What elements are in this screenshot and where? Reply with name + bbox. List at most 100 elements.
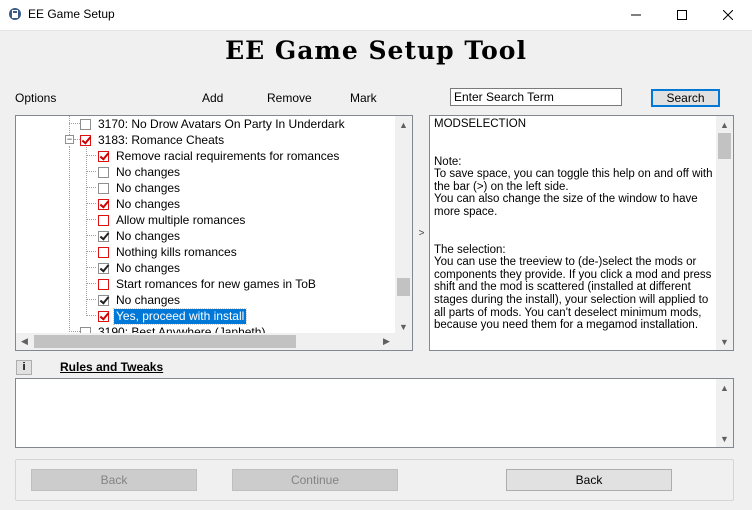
tree-item[interactable]: No changes (98, 164, 182, 180)
tree-checkbox[interactable] (98, 214, 109, 226)
tree-item[interactable]: 3183: Romance Cheats (80, 132, 226, 148)
tree-line (86, 171, 96, 172)
tree-item-label: Start romances for new games in ToB (116, 276, 316, 291)
banner-title: EE Game Setup Tool (225, 36, 527, 65)
tree-item-label: Nothing kills romances (116, 244, 237, 259)
tree-checkbox[interactable] (98, 198, 109, 210)
tree-line (86, 251, 96, 252)
help-text: MODSELECTION Note: To save space, you ca… (434, 118, 718, 332)
tree-line (86, 315, 96, 316)
tree-item[interactable]: 3170: No Drow Avatars On Party In Underd… (80, 116, 347, 132)
tree-item[interactable]: Nothing kills romances (98, 244, 239, 260)
tree-line (86, 203, 96, 204)
tree-line (69, 123, 80, 124)
help-panel: MODSELECTION Note: To save space, you ca… (429, 115, 734, 351)
menu-remove[interactable]: Remove (267, 91, 312, 105)
tree-checkbox[interactable] (80, 118, 91, 130)
scroll-up-icon[interactable]: ▲ (395, 116, 412, 133)
scroll-left-icon[interactable]: ◀ (16, 333, 33, 350)
tree-item[interactable]: No changes (98, 196, 182, 212)
tree-vertical-scrollbar[interactable]: ▲ ▼ (395, 116, 412, 335)
info-button[interactable]: i (16, 360, 32, 375)
back-button[interactable]: Back (506, 469, 672, 491)
scroll-thumb[interactable] (397, 278, 410, 296)
scroll-right-icon[interactable]: ▶ (378, 333, 395, 350)
tree-line (86, 219, 96, 220)
scroll-corner (395, 333, 412, 350)
tree-item[interactable]: Yes, proceed with install (98, 307, 248, 325)
tree-item-label: No changes (116, 228, 181, 243)
help-heading: MODSELECTION (434, 118, 527, 130)
scroll-up-icon[interactable]: ▲ (716, 379, 733, 396)
tree-checkbox[interactable] (98, 262, 109, 274)
tree-item-label: 3170: No Drow Avatars On Party In Underd… (98, 116, 345, 131)
scroll-thumb[interactable] (34, 335, 296, 348)
rules-vertical-scrollbar[interactable]: ▲ ▼ (716, 379, 733, 447)
mod-tree[interactable]: − 3170: No Drow Avatars On Party In Unde… (15, 115, 413, 351)
search-button[interactable]: Search (651, 89, 720, 107)
search-input[interactable] (450, 88, 622, 106)
tree-item[interactable]: No changes (98, 292, 182, 308)
tree-line (86, 283, 96, 284)
tree-checkbox[interactable] (98, 150, 109, 162)
tree-item[interactable]: No changes (98, 180, 182, 196)
tree-item-label: Remove racial requirements for romances (116, 148, 340, 163)
tree-horizontal-scrollbar[interactable]: ◀ ▶ (16, 333, 395, 350)
tree-item-label: No changes (116, 164, 181, 179)
menu-add[interactable]: Add (202, 91, 223, 105)
title-bar: EE Game Setup (0, 0, 752, 31)
help-vertical-scrollbar[interactable]: ▲ ▼ (716, 116, 733, 350)
tree-item[interactable]: Start romances for new games in ToB (98, 276, 318, 292)
tree-item-label: 3183: Romance Cheats (98, 132, 225, 147)
rules-title[interactable]: Rules and Tweaks (60, 360, 163, 374)
tree-line (69, 331, 80, 332)
back-button-disabled[interactable]: Back (31, 469, 197, 491)
collapse-toggle[interactable]: − (65, 135, 74, 144)
tree-checkbox[interactable] (98, 166, 109, 178)
scroll-thumb[interactable] (718, 133, 731, 159)
close-button[interactable] (705, 0, 751, 30)
menu-options[interactable]: Options (15, 91, 56, 105)
rules-textbox[interactable]: ▲ ▼ (15, 378, 734, 448)
tree-item[interactable]: No changes (98, 260, 182, 276)
tree-line (86, 267, 96, 268)
tree-checkbox[interactable] (98, 230, 109, 242)
scroll-down-icon[interactable]: ▼ (716, 333, 733, 350)
tree-item[interactable]: Remove racial requirements for romances (98, 148, 341, 164)
tree-checkbox[interactable] (98, 278, 109, 290)
maximize-button[interactable] (659, 0, 705, 30)
continue-button[interactable]: Continue (232, 469, 398, 491)
maximize-icon (677, 10, 687, 20)
tree-line (86, 155, 96, 156)
help-toggle-bar[interactable]: > (415, 115, 428, 351)
close-icon (723, 10, 733, 20)
scroll-down-icon[interactable]: ▼ (716, 430, 733, 447)
tree-item-label: No changes (116, 180, 181, 195)
menu-mark[interactable]: Mark (350, 91, 377, 105)
tree-item[interactable]: No changes (98, 228, 182, 244)
tree-checkbox[interactable] (98, 246, 109, 258)
tree-checkbox[interactable] (98, 294, 109, 306)
help-selection-label: The selection: (434, 243, 506, 256)
tree-item-label: No changes (116, 196, 181, 211)
tree-item[interactable]: Allow multiple romances (98, 212, 247, 228)
tree-checkbox[interactable] (98, 182, 109, 194)
tree-line (86, 187, 96, 188)
tree-item-label: No changes (116, 292, 181, 307)
tree-checkbox[interactable] (98, 310, 109, 322)
tree-line (69, 146, 70, 336)
help-selection-text: You can use the treeview to (de-)select … (434, 256, 712, 332)
help-note-2: You can also change the size of the wind… (434, 193, 698, 218)
app-icon (9, 8, 21, 20)
help-note-label: Note: (434, 155, 462, 168)
scroll-up-icon[interactable]: ▲ (716, 116, 733, 133)
tree-line (86, 299, 96, 300)
tree-item-label: Allow multiple romances (116, 212, 246, 227)
help-note-1: To save space, you can toggle this help … (434, 168, 713, 193)
chevron-right-icon: > (418, 227, 425, 239)
tree-item-label: No changes (116, 260, 181, 275)
tree-checkbox[interactable] (80, 134, 91, 146)
minimize-button[interactable] (613, 0, 659, 30)
tree-line (86, 142, 87, 316)
tree-item-label: Yes, proceed with install (112, 307, 248, 325)
